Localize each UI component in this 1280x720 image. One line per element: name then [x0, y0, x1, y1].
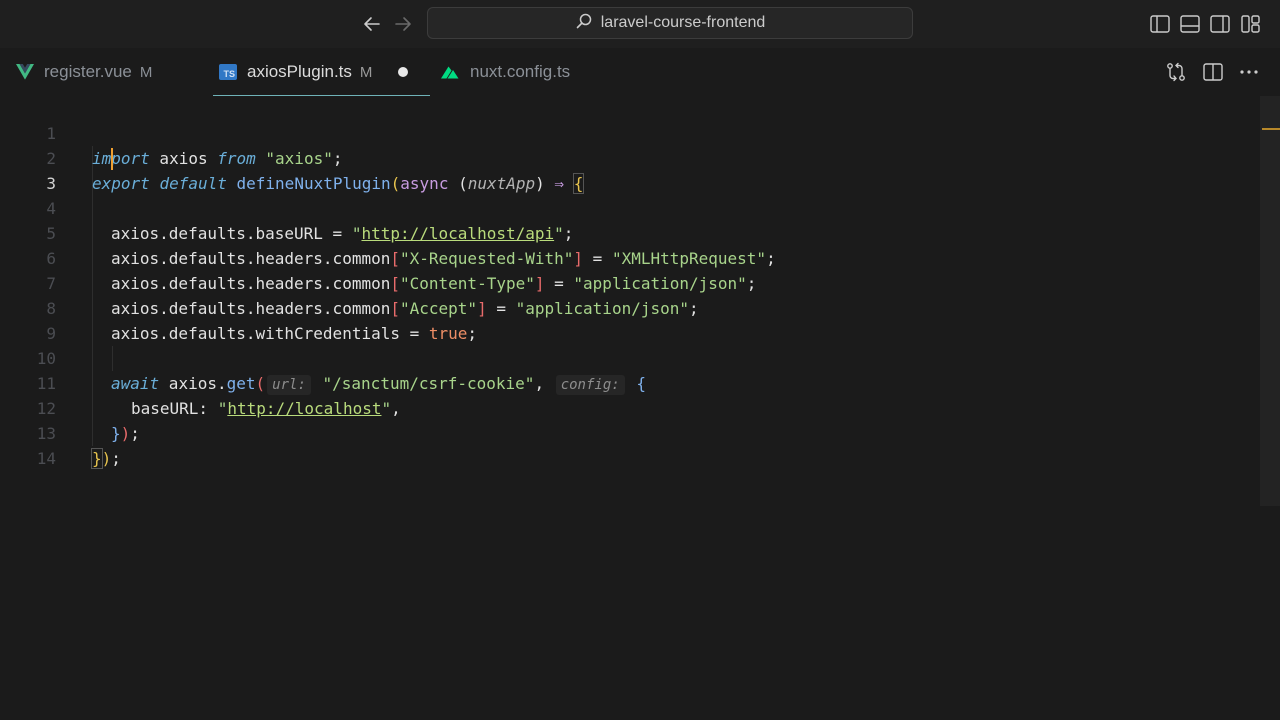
nuxt-icon	[440, 65, 460, 79]
tab-register-vue[interactable]: register.vue M	[16, 48, 152, 96]
code-line[interactable]: 2 export default defineNuxtPlugin(async …	[0, 121, 1260, 194]
code-line[interactable]: 4 axios.defaults.baseURL = "http://local…	[0, 171, 1260, 243]
toggle-panel-icon[interactable]	[1179, 13, 1201, 35]
forward-arrow-icon[interactable]	[391, 12, 415, 36]
vertical-scrollbar[interactable]	[1260, 96, 1280, 506]
toggle-primary-sidebar-icon[interactable]	[1149, 13, 1171, 35]
code-line[interactable]: 14	[0, 421, 1260, 468]
code-line[interactable]: 1 import axios from "axios";	[0, 96, 1260, 168]
split-editor-icon[interactable]	[1201, 60, 1225, 84]
more-actions-icon[interactable]	[1237, 60, 1261, 84]
unsaved-dot-icon[interactable]	[398, 67, 409, 77]
code-line[interactable]: 13 });	[0, 396, 1260, 469]
code-line[interactable]: 5 axios.defaults.headers.common["X-Reque…	[0, 196, 1260, 268]
title-bar: laravel-course-frontend	[0, 0, 1280, 48]
modified-indicator: M	[359, 63, 373, 81]
toggle-secondary-sidebar-icon[interactable]	[1209, 13, 1231, 35]
code-line-current[interactable]: 3	[0, 146, 1260, 193]
code-line[interactable]: 11 baseURL: "http://localhost",	[0, 346, 1260, 418]
code-line[interactable]: 6 axios.defaults.headers.common["Content…	[0, 221, 1260, 293]
open-changes-icon[interactable]	[1164, 60, 1188, 84]
modified-indicator: M	[139, 63, 153, 81]
code-line[interactable]: 12 });	[0, 371, 1260, 443]
tab-axiosplugin-ts[interactable]: TS axiosPlugin.ts M	[212, 48, 431, 96]
scrollbar-cursor-marker	[1262, 128, 1280, 130]
vue-icon	[16, 64, 34, 80]
code-line[interactable]: 10 await axios.get(url: "/sanctum/csrf-c…	[0, 321, 1260, 395]
search-text: laravel-course-frontend	[600, 14, 766, 31]
tab-nuxt-config-ts[interactable]: nuxt.config.ts	[440, 48, 570, 96]
code-line[interactable]: 7 axios.defaults.headers.common["Accept"…	[0, 246, 1260, 318]
line-number: 14	[36, 449, 56, 468]
command-center-search[interactable]: laravel-course-frontend	[427, 7, 913, 39]
code-line[interactable]: 9	[0, 296, 1260, 343]
code-editor[interactable]: 1 import axios from "axios"; 2 export de…	[0, 96, 1280, 720]
customize-layout-icon[interactable]	[1240, 13, 1262, 35]
text-cursor	[111, 148, 113, 170]
tab-label: axiosPlugin.ts	[247, 62, 352, 81]
code-line[interactable]: 8 axios.defaults.withCredentials = true;	[0, 271, 1260, 343]
editor-tab-bar: register.vue M TS axiosPlugin.ts M nuxt.…	[0, 48, 1280, 96]
search-icon	[575, 12, 593, 35]
typescript-icon: TS	[219, 64, 237, 80]
tab-label: register.vue	[44, 62, 132, 81]
tab-label: nuxt.config.ts	[470, 62, 571, 81]
back-arrow-icon[interactable]	[360, 12, 384, 36]
